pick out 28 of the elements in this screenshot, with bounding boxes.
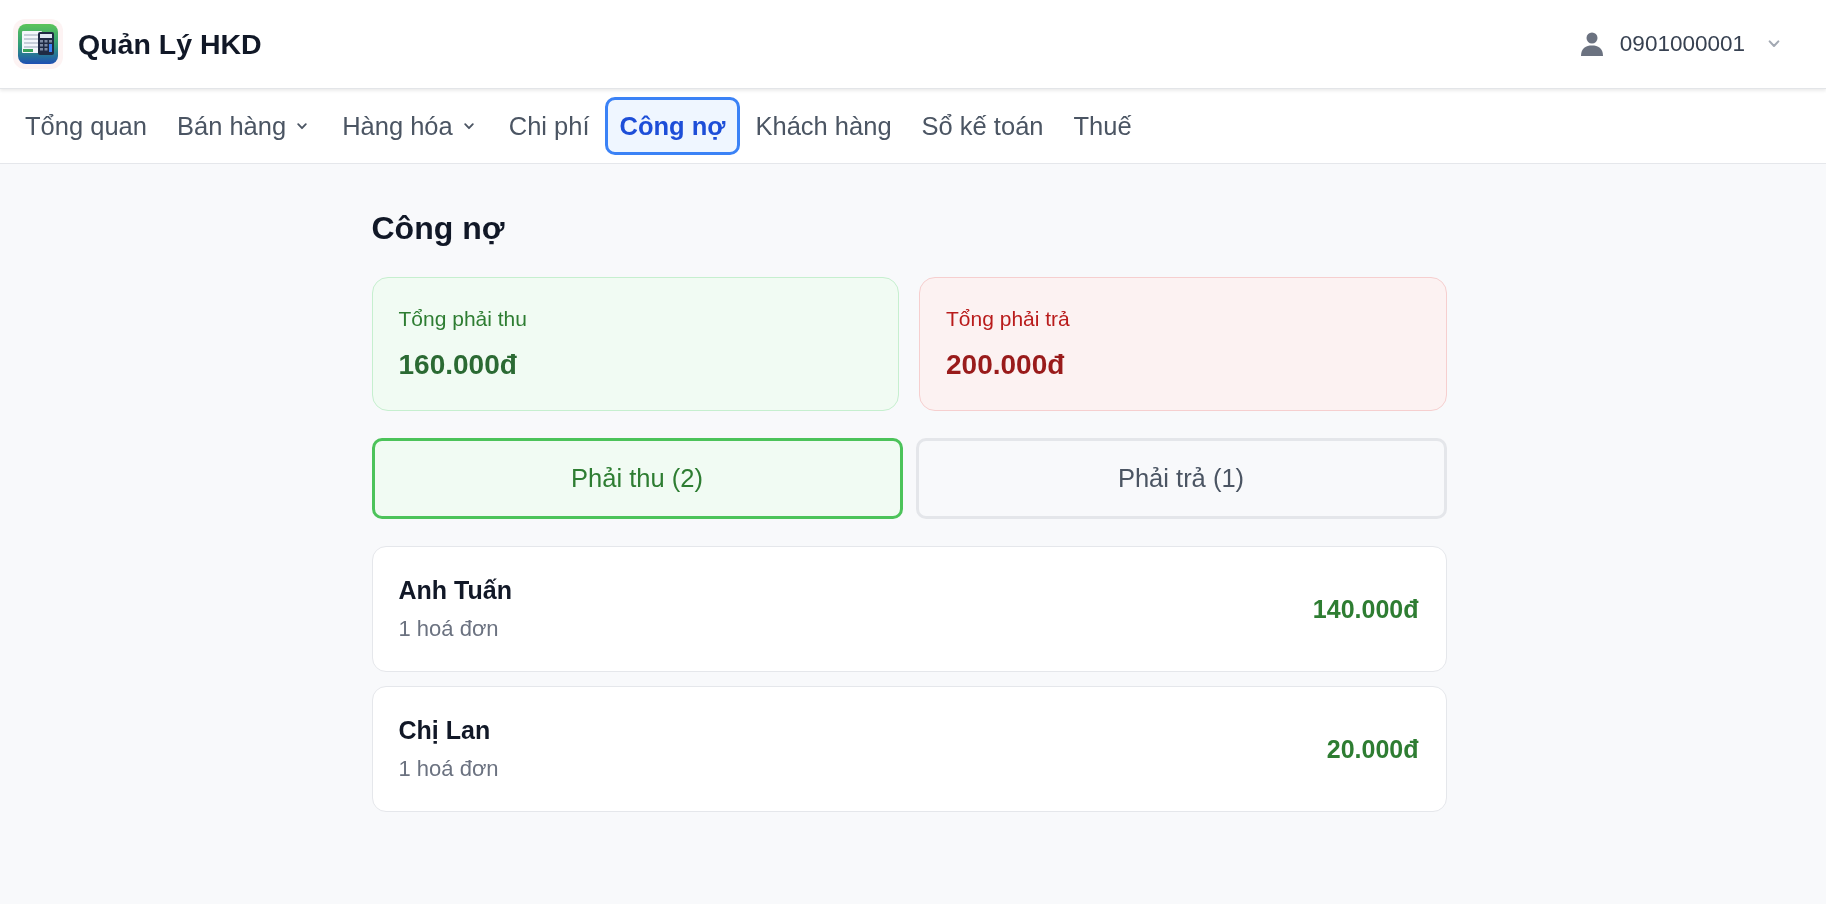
app-title: Quản Lý HKD bbox=[78, 27, 262, 61]
summary-label: Tổng phải thu bbox=[398, 306, 528, 332]
summary-amount: 200.000đ bbox=[946, 348, 1066, 382]
user-menu-button[interactable]: 0901000001 bbox=[1568, 23, 1792, 65]
debt-tab[interactable]: Phải thu (2) bbox=[371, 438, 903, 519]
debtor-name: Chị Lan bbox=[398, 715, 492, 745]
chevron-down-icon bbox=[1768, 40, 1780, 48]
summary-label: Tổng phải trả bbox=[946, 306, 1071, 332]
invoice-count: 1 hoá đơn bbox=[398, 615, 500, 643]
debt-amount: 20.000đ bbox=[1326, 734, 1419, 764]
debt-tab[interactable]: Phải trả (1) bbox=[915, 438, 1447, 519]
nav-tab[interactable]: Chi phí bbox=[493, 97, 605, 155]
nav-tab[interactable]: Tổng quan bbox=[10, 97, 162, 155]
summary-amount: 160.000đ bbox=[398, 348, 518, 382]
nav-tab[interactable]: Công nợ bbox=[604, 97, 741, 155]
page-title: Công nợ bbox=[371, 209, 506, 248]
nav-tab[interactable]: Bán hàng bbox=[161, 97, 328, 155]
debt-amount: 140.000đ bbox=[1312, 594, 1419, 624]
nav-tab[interactable]: Hàng hóa bbox=[327, 97, 494, 155]
debtor-name: Anh Tuấn bbox=[398, 575, 512, 605]
debtor-card[interactable]: Anh Tuấn 1 hoá đơn 140.000đ bbox=[371, 546, 1447, 672]
nav-tab[interactable]: Khách hàng bbox=[740, 97, 907, 155]
nav-tab[interactable]: Sổ kế toán bbox=[906, 97, 1059, 155]
app-logo-icon bbox=[13, 19, 63, 69]
nav-tab[interactable]: Thuế bbox=[1058, 97, 1147, 155]
debtor-card[interactable]: Chị Lan 1 hoá đơn 20.000đ bbox=[371, 686, 1447, 812]
user-icon bbox=[1580, 32, 1603, 56]
invoice-count: 1 hoá đơn bbox=[398, 755, 499, 783]
